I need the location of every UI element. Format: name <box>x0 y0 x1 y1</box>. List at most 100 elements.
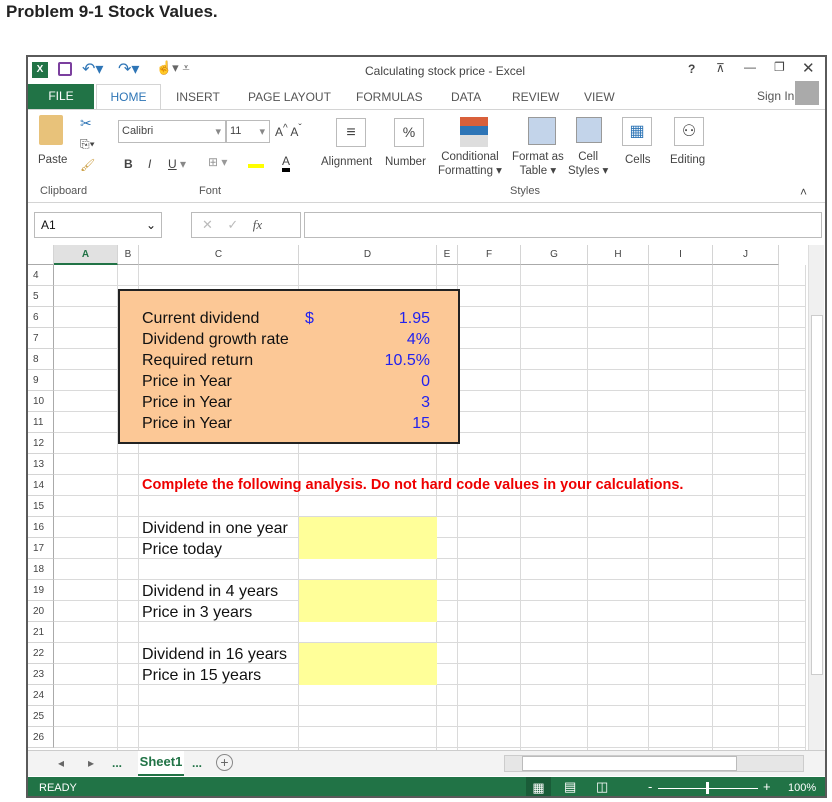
column-header-i[interactable]: I <box>649 245 713 265</box>
row-header-26[interactable]: 26 <box>28 727 54 748</box>
input-value[interactable]: 1.95 <box>350 308 430 329</box>
user-avatar-icon[interactable] <box>795 81 819 105</box>
row-header-22[interactable]: 22 <box>28 643 54 664</box>
row-header-21[interactable]: 21 <box>28 622 54 643</box>
row-header-10[interactable]: 10 <box>28 391 54 412</box>
cell-styles-button[interactable]: Cell Styles ▾ <box>568 150 608 178</box>
tab-review[interactable]: REVIEW <box>512 90 559 104</box>
add-sheet-icon[interactable]: + <box>216 754 233 771</box>
name-box[interactable]: A1 ⌄ <box>34 212 162 238</box>
vertical-scrollbar[interactable] <box>808 245 824 750</box>
row-header-7[interactable]: 7 <box>28 328 54 349</box>
answer-cells[interactable] <box>299 580 437 622</box>
row-header-14[interactable]: 14 <box>28 475 54 496</box>
editing-button[interactable]: Editing <box>670 153 705 167</box>
input-value[interactable]: 3 <box>350 392 430 413</box>
column-header-j[interactable]: J <box>713 245 779 265</box>
row-header-25[interactable]: 25 <box>28 706 54 727</box>
cut-icon[interactable]: ✂ <box>80 115 92 132</box>
font-name-select[interactable]: Calibri ▾ <box>118 120 226 143</box>
column-header-f[interactable]: F <box>458 245 521 265</box>
number-button[interactable]: Number <box>385 155 426 169</box>
column-header-d[interactable]: D <box>299 245 437 265</box>
row-header-23[interactable]: 23 <box>28 664 54 685</box>
enter-icon[interactable]: ✓ <box>227 217 238 232</box>
h-scroll-thumb[interactable] <box>522 756 737 771</box>
input-value[interactable]: 4% <box>350 329 430 350</box>
row-header-19[interactable]: 19 <box>28 580 54 601</box>
page-layout-view-icon[interactable]: ▤ <box>564 779 576 795</box>
row-header-13[interactable]: 13 <box>28 454 54 475</box>
column-header-a[interactable]: A <box>54 245 118 265</box>
normal-view-icon[interactable]: ▦ <box>526 777 551 796</box>
redo-icon[interactable]: ↷▾ <box>118 59 139 79</box>
help-icon[interactable]: ? <box>688 62 695 76</box>
select-all-corner[interactable] <box>28 245 54 265</box>
grow-font-icon[interactable]: A^ Aˇ <box>275 123 302 139</box>
row-header-5[interactable]: 5 <box>28 286 54 307</box>
sign-in-link[interactable]: Sign In <box>757 89 794 103</box>
tab-formulas[interactable]: FORMULAS <box>356 90 423 104</box>
tab-insert[interactable]: INSERT <box>176 90 220 104</box>
row-header-17[interactable]: 17 <box>28 538 54 559</box>
scroll-thumb[interactable] <box>811 315 823 675</box>
tab-home[interactable]: HOME <box>96 84 161 110</box>
percent-icon[interactable]: % <box>394 118 424 147</box>
horizontal-scrollbar[interactable] <box>504 755 804 772</box>
tab-view[interactable]: VIEW <box>584 90 615 104</box>
zoom-in-icon[interactable]: + <box>763 779 771 794</box>
column-header-h[interactable]: H <box>588 245 649 265</box>
column-header-g[interactable]: G <box>521 245 588 265</box>
font-size-select[interactable]: 11 ▾ <box>226 120 270 143</box>
italic-button[interactable]: I <box>148 157 151 171</box>
zoom-level[interactable]: 100% <box>788 782 816 794</box>
alignment-icon[interactable]: ≡ <box>336 118 366 147</box>
paste-icon[interactable] <box>39 115 63 145</box>
row-header-6[interactable]: 6 <box>28 307 54 328</box>
cells-button[interactable]: Cells <box>625 153 651 167</box>
borders-icon[interactable]: ⊞ ▾ <box>208 155 227 169</box>
zoom-out-icon[interactable]: - <box>648 779 652 794</box>
tab-page-layout[interactable]: PAGE LAYOUT <box>248 90 331 104</box>
row-header-8[interactable]: 8 <box>28 349 54 370</box>
column-header-c[interactable]: C <box>139 245 299 265</box>
bold-button[interactable]: B <box>124 157 133 171</box>
formula-input[interactable] <box>304 212 822 238</box>
close-icon[interactable]: ✕ <box>802 59 815 77</box>
fill-color-icon[interactable] <box>248 156 264 168</box>
input-value[interactable]: 15 <box>350 413 430 434</box>
page-break-view-icon[interactable]: ◫ <box>596 779 608 795</box>
underline-button[interactable]: U <box>168 157 177 171</box>
row-header-20[interactable]: 20 <box>28 601 54 622</box>
next-sheet-icon[interactable]: ▸ <box>88 756 94 770</box>
row-header-9[interactable]: 9 <box>28 370 54 391</box>
input-value[interactable]: 10.5% <box>350 350 430 371</box>
zoom-slider-thumb[interactable] <box>706 782 709 794</box>
touch-mode-icon[interactable]: ☝▾ ⩡ <box>156 60 190 76</box>
binoculars-icon[interactable]: ⚇ <box>674 117 704 146</box>
minimize-icon[interactable]: — <box>744 60 756 74</box>
more-sheets-right[interactable]: ... <box>192 756 202 770</box>
input-value[interactable]: 0 <box>350 371 430 392</box>
cell-styles-icon[interactable] <box>576 117 602 143</box>
row-header-24[interactable]: 24 <box>28 685 54 706</box>
conditional-formatting-button[interactable]: Conditional Formatting ▾ <box>438 150 502 178</box>
cancel-icon[interactable]: ✕ <box>202 217 213 232</box>
row-header-4[interactable]: 4 <box>28 265 54 286</box>
undo-icon[interactable]: ↶▾ <box>82 59 103 79</box>
row-header-11[interactable]: 11 <box>28 412 54 433</box>
font-color-icon[interactable]: A <box>282 154 291 172</box>
column-header-e[interactable]: E <box>437 245 458 265</box>
conditional-formatting-icon[interactable] <box>460 117 488 147</box>
format-painter-icon[interactable]: 🖌 <box>80 158 95 172</box>
prev-sheet-icon[interactable]: ◂ <box>58 756 64 770</box>
copy-icon[interactable]: ⎘▾ <box>80 137 95 152</box>
column-header-b[interactable]: B <box>118 245 139 265</box>
collapse-ribbon-icon[interactable]: ˄ <box>800 185 807 199</box>
sheet-tab-sheet1[interactable]: Sheet1 <box>138 751 184 776</box>
save-icon[interactable] <box>58 62 72 76</box>
insert-function-icon[interactable]: fx <box>253 217 262 232</box>
more-sheets-left[interactable]: ... <box>112 756 122 770</box>
alignment-button[interactable]: Alignment <box>321 155 372 169</box>
row-header-12[interactable]: 12 <box>28 433 54 454</box>
